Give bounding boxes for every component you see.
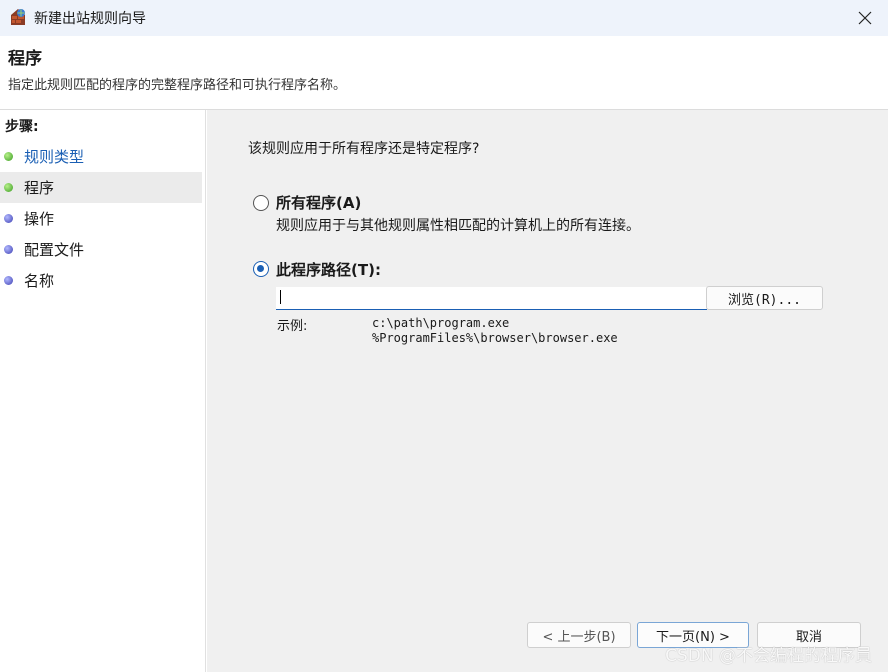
program-path-label[interactable]: 此程序路径(T): [276,259,381,280]
step-rule-type[interactable]: 规则类型 [0,141,202,172]
step-action: 操作 [0,203,202,234]
page-title: 程序 [8,49,42,69]
program-path-radio[interactable] [253,261,269,277]
program-path-input[interactable] [276,287,707,310]
question-text: 该规则应用于所有程序还是特定程序? [248,141,480,157]
page-description: 指定此规则匹配的程序的完整程序路径和可执行程序名称。 [8,78,347,93]
content-panel: 该规则应用于所有程序还是特定程序? 所有程序(A) 规则应用于与其他规则属性相匹… [207,110,888,672]
step-name: 名称 [0,265,202,296]
back-button[interactable]: < 上一步(B) [527,622,631,648]
step-profile: 配置文件 [0,234,202,265]
example-path-2: %ProgramFiles%\browser\browser.exe [372,331,618,345]
all-programs-description: 规则应用于与其他规则属性相匹配的计算机上的所有连接。 [276,218,640,234]
example-path-1: c:\path\program.exe [372,316,510,330]
step-pending-icon [4,214,13,223]
step-label: 配置文件 [24,241,85,259]
close-button[interactable] [842,0,888,36]
all-programs-label[interactable]: 所有程序(A) [276,192,361,213]
step-done-icon [4,183,13,192]
firewall-icon [11,9,25,25]
watermark: CSDN @不会编程的程序員 [665,646,872,666]
step-label: 程序 [24,179,55,197]
title-bar: 新建出站规则向导 [0,0,888,36]
example-label: 示例: [277,319,308,334]
step-label: 名称 [24,272,55,290]
steps-sidebar: 步骤: 规则类型 程序 操作 配置文件 名称 [0,110,206,672]
page-header: 程序 指定此规则匹配的程序的完整程序路径和可执行程序名称。 [0,36,888,110]
close-icon [858,11,872,25]
all-programs-radio[interactable] [253,195,269,211]
steps-label: 步骤: [5,119,39,135]
step-program[interactable]: 程序 [0,172,202,203]
step-pending-icon [4,276,13,285]
step-done-icon [4,152,13,161]
text-caret [280,290,281,304]
browse-button[interactable]: 浏览(R)... [706,286,823,310]
step-label: 操作 [24,210,55,228]
window-title: 新建出站规则向导 [34,11,146,27]
step-label: 规则类型 [24,148,85,166]
step-pending-icon [4,245,13,254]
